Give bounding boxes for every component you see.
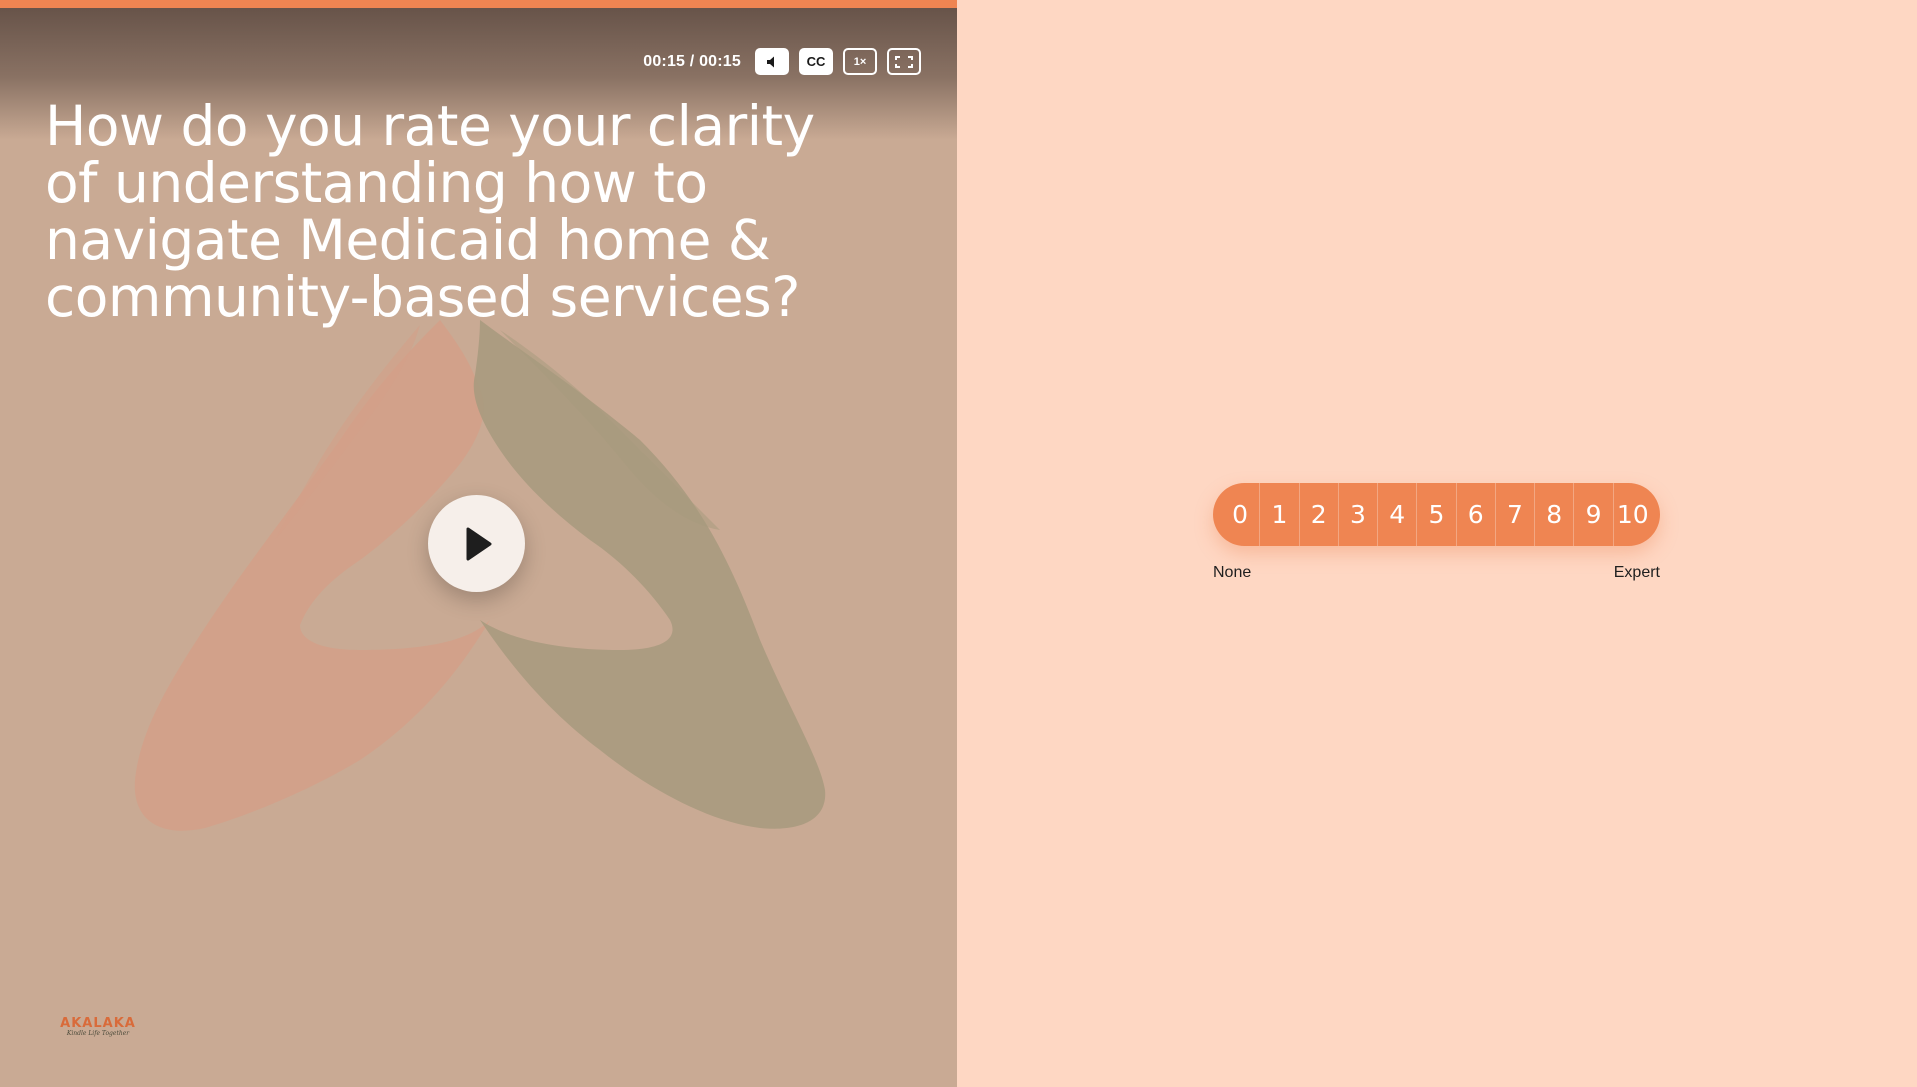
scale-labels: None Expert bbox=[1213, 564, 1660, 582]
rating-option-9[interactable]: 9 bbox=[1574, 483, 1614, 546]
logo-tagline: Kindle Life Together bbox=[66, 1030, 130, 1037]
rating-option-3[interactable]: 3 bbox=[1339, 483, 1379, 546]
scale-max-label: Expert bbox=[1613, 564, 1660, 581]
play-button[interactable] bbox=[428, 495, 525, 592]
rating-option-2[interactable]: 2 bbox=[1300, 483, 1339, 546]
left-hand-shape bbox=[134, 320, 490, 831]
rating-option-7[interactable]: 7 bbox=[1496, 483, 1536, 546]
rating-scale: 0 1 2 3 4 5 6 7 8 9 10 None Expert bbox=[1213, 483, 1660, 582]
speed-button[interactable]: 1× bbox=[843, 48, 877, 75]
right-hand-shape bbox=[473, 320, 826, 829]
progress-fill bbox=[0, 0, 957, 8]
fullscreen-icon bbox=[895, 55, 913, 68]
fullscreen-button[interactable] bbox=[887, 48, 921, 75]
brand-logo: AKALAKA Kindle Life Together bbox=[58, 1016, 138, 1037]
rating-option-1[interactable]: 1 bbox=[1260, 483, 1300, 546]
progress-bar[interactable] bbox=[0, 0, 957, 8]
speaker-icon bbox=[767, 56, 774, 67]
rating-options: 0 1 2 3 4 5 6 7 8 9 10 bbox=[1213, 483, 1660, 546]
video-player[interactable]: 00:15 / 00:15 CC 1× How do you rate your… bbox=[0, 0, 957, 1087]
rating-option-10[interactable]: 10 bbox=[1614, 483, 1660, 546]
play-icon bbox=[466, 527, 491, 560]
rating-option-6[interactable]: 6 bbox=[1457, 483, 1496, 546]
logo-name: AKALAKA bbox=[60, 1016, 136, 1031]
rating-option-0[interactable]: 0 bbox=[1213, 483, 1261, 546]
mute-button[interactable] bbox=[755, 48, 789, 75]
rating-option-4[interactable]: 4 bbox=[1378, 483, 1418, 546]
rating-option-8[interactable]: 8 bbox=[1535, 483, 1575, 546]
captions-button[interactable]: CC bbox=[799, 48, 833, 75]
scale-min-label: None bbox=[1213, 564, 1252, 581]
time-display: 00:15 / 00:15 bbox=[643, 52, 741, 70]
video-controls: 00:15 / 00:15 CC 1× bbox=[643, 48, 921, 75]
rating-option-5[interactable]: 5 bbox=[1417, 483, 1457, 546]
question-heading: How do you rate your clarity of understa… bbox=[45, 94, 815, 329]
